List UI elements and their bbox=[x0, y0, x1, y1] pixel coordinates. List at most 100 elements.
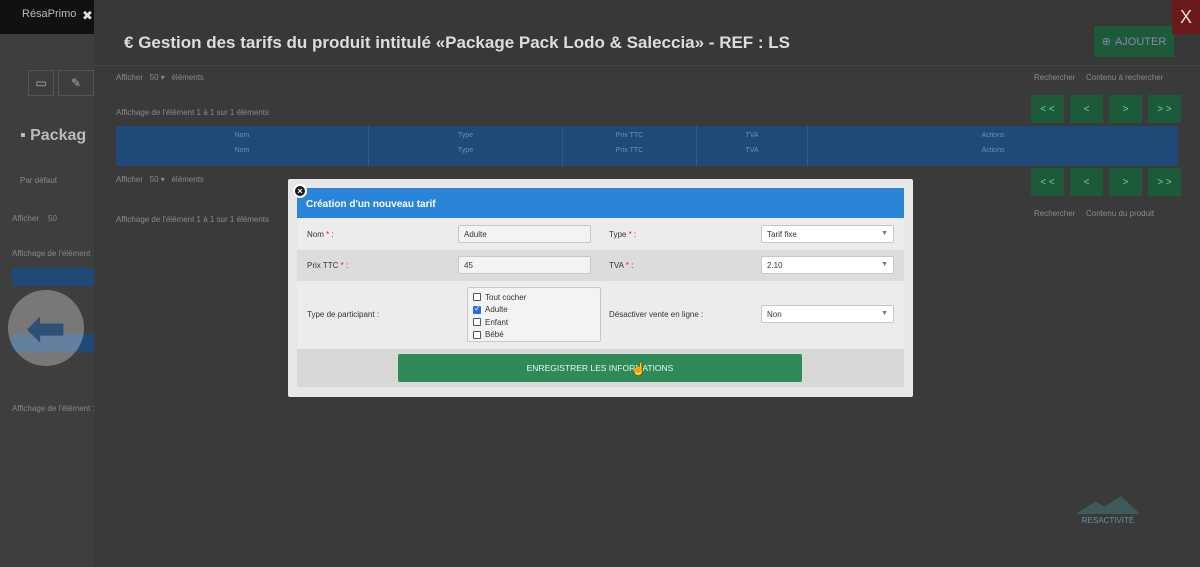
participant-checkbox-list: Tout cocher Adulte Enfant Bébé bbox=[467, 287, 601, 342]
pager-last-button[interactable]: > > bbox=[1148, 168, 1181, 196]
col-actions-label: Actions bbox=[981, 132, 1005, 139]
arrow-left-icon: ⬅ bbox=[26, 302, 66, 354]
prix-label-text: Prix TTC bbox=[307, 261, 339, 270]
logo: RESACTIVITÉ bbox=[1076, 496, 1140, 525]
col-type-filter: Type bbox=[457, 147, 474, 154]
checkbox-label: Adulte bbox=[485, 305, 508, 315]
sidebar-show-value[interactable]: 50 bbox=[48, 214, 57, 223]
sidebar-blue-button[interactable] bbox=[12, 268, 94, 286]
sidebar-show-label: Afficher bbox=[12, 214, 39, 223]
mountain-logo-icon bbox=[1076, 496, 1140, 514]
show-entries-label: Afficher bbox=[116, 73, 143, 82]
pager-prev-button[interactable]: < bbox=[1070, 168, 1103, 196]
form-row-actions: ENREGISTRER LES INFORMATIONS ☝ bbox=[297, 349, 904, 387]
col-type[interactable]: Type Type bbox=[369, 126, 563, 166]
page-title-text: Gestion des tarifs du produit intitulé «… bbox=[138, 33, 791, 52]
checkbox-label: Enfant bbox=[485, 317, 509, 327]
desactiver-label: Désactiver vente en ligne : bbox=[609, 310, 704, 319]
close-window-button[interactable]: X bbox=[1172, 0, 1200, 34]
add-button[interactable]: ⊕ AJOUTER bbox=[1094, 26, 1174, 57]
caret-down-icon: ▼ bbox=[881, 261, 888, 268]
type-label: Type * : bbox=[609, 230, 636, 239]
checkbox-checked-icon bbox=[473, 304, 481, 314]
tva-select[interactable]: 2.10 ▼ bbox=[761, 256, 894, 274]
brand-label: RésaPrimo bbox=[22, 8, 77, 20]
add-button-label: AJOUTER bbox=[1114, 35, 1167, 48]
desactiver-select[interactable]: Non ▼ bbox=[761, 305, 894, 323]
show-entries-bottom-label: Afficher bbox=[116, 175, 143, 184]
euro-icon: € bbox=[124, 33, 134, 52]
sidebar-per-page: Par défaut bbox=[20, 176, 57, 185]
show-entries: Afficher 50 ▾ éléments bbox=[116, 73, 204, 82]
checkbox-adulte[interactable]: Adulte bbox=[473, 304, 595, 317]
col-tva-filter: TVA bbox=[745, 147, 759, 154]
monitor-icon[interactable]: ▭ bbox=[28, 70, 54, 96]
search-input[interactable]: Contenu à rechercher bbox=[1086, 73, 1163, 82]
col-prix-label: Prix TTC bbox=[615, 132, 644, 139]
pager-next-button[interactable]: > bbox=[1109, 95, 1142, 123]
tva-label: TVA * : bbox=[609, 261, 633, 270]
close-icon[interactable]: × bbox=[293, 184, 307, 198]
pager-next-button[interactable]: > bbox=[1109, 168, 1142, 196]
info-text-bottom: Affichage de l'élément 1 à 1 sur 1 éléme… bbox=[116, 215, 270, 224]
show-entries-bottom-select[interactable]: 50 bbox=[150, 175, 159, 184]
form-row-3: Type de participant : Tout cocher Adulte… bbox=[297, 281, 904, 349]
search-label: Rechercher bbox=[1034, 73, 1076, 82]
checkbox-tout-cocher[interactable]: Tout cocher bbox=[473, 291, 595, 304]
type-select-value: Tarif fixe bbox=[767, 230, 797, 239]
sidebar-title: ▪ Packag bbox=[20, 127, 86, 145]
show-entries-bottom-suffix: éléments bbox=[171, 175, 204, 184]
tva-select-value: 2.10 bbox=[767, 261, 783, 270]
checkbox-icon bbox=[473, 330, 481, 339]
col-nom-label: Nom bbox=[234, 132, 250, 139]
back-arrow-button[interactable]: ⬅ bbox=[8, 290, 84, 366]
search-label-bottom: Rechercher bbox=[1034, 209, 1076, 218]
search-input-bottom[interactable]: Contenu du produit bbox=[1086, 209, 1154, 218]
prix-label: Prix TTC * : bbox=[307, 261, 348, 270]
pager-first-button[interactable]: < < bbox=[1031, 95, 1064, 123]
new-tariff-modal: × Création d'un nouveau tarif Nom * : Ad… bbox=[288, 179, 913, 397]
prix-label-colon: : bbox=[343, 261, 349, 270]
wrench-icon[interactable]: ✎ bbox=[58, 70, 94, 96]
cross-icon: ✖ bbox=[82, 8, 93, 23]
checkbox-enfant[interactable]: Enfant bbox=[473, 316, 595, 329]
tva-label-colon: : bbox=[628, 261, 634, 270]
page-title: € Gestion des tarifs du produit intitulé… bbox=[124, 33, 790, 53]
table-header: Nom Nom Type Type Prix TTC Prix TTC TVA TVA … bbox=[116, 126, 1178, 166]
nom-label-colon: : bbox=[329, 230, 334, 239]
pager-first-button[interactable]: < < bbox=[1031, 168, 1064, 196]
caret-down-icon: ▼ bbox=[881, 230, 888, 237]
caret-down-icon: ▼ bbox=[881, 310, 888, 317]
col-actions-sub: Actions bbox=[981, 147, 1005, 154]
desactiver-select-value: Non bbox=[767, 310, 782, 319]
pager-prev-button[interactable]: < bbox=[1070, 95, 1103, 123]
col-nom-filter: Nom bbox=[234, 147, 250, 154]
form-row-2: Prix TTC * : 45 TVA * : 2.10 ▼ bbox=[297, 250, 904, 281]
col-tva[interactable]: TVA TVA bbox=[697, 126, 808, 166]
show-entries-bottom: Afficher 50 ▾ éléments bbox=[116, 175, 204, 184]
form-row-1: Nom * : Adulte Type * : Tarif fixe ▼ bbox=[297, 219, 904, 250]
save-button[interactable]: ENREGISTRER LES INFORMATIONS bbox=[398, 354, 802, 382]
type-select[interactable]: Tarif fixe ▼ bbox=[761, 225, 894, 243]
nom-input[interactable]: Adulte bbox=[458, 225, 591, 243]
show-entries-select[interactable]: 50 bbox=[150, 73, 159, 82]
col-prix[interactable]: Prix TTC Prix TTC bbox=[563, 126, 697, 166]
logo-text: RESACTIVITÉ bbox=[1081, 516, 1135, 525]
tva-label-text: TVA bbox=[609, 261, 624, 270]
checkbox-bebe[interactable]: Bébé bbox=[473, 329, 595, 342]
checkbox-icon bbox=[473, 318, 481, 327]
briefcase-icon: ▪ bbox=[20, 127, 26, 144]
modal-title: Création d'un nouveau tarif bbox=[297, 188, 904, 218]
sidebar-info-2: Affichage de l'élément 1 à bbox=[12, 404, 104, 413]
checkbox-label: Tout cocher bbox=[485, 292, 527, 302]
col-nom[interactable]: Nom Nom bbox=[116, 126, 369, 166]
pager-top: < < < > > > bbox=[1031, 95, 1181, 123]
col-prix-filter: Prix TTC bbox=[615, 147, 644, 154]
pager-bottom: < < < > > > bbox=[1031, 168, 1181, 196]
col-actions: Actions Actions bbox=[808, 126, 1178, 166]
nom-label-text: Nom bbox=[307, 230, 324, 239]
left-panel: ▭ ✎ ▪ Packag Par défaut Afficher 50 Affi… bbox=[0, 34, 104, 567]
pager-last-button[interactable]: > > bbox=[1148, 95, 1181, 123]
checkbox-label: Bébé bbox=[485, 330, 504, 340]
prix-input[interactable]: 45 bbox=[458, 256, 591, 274]
